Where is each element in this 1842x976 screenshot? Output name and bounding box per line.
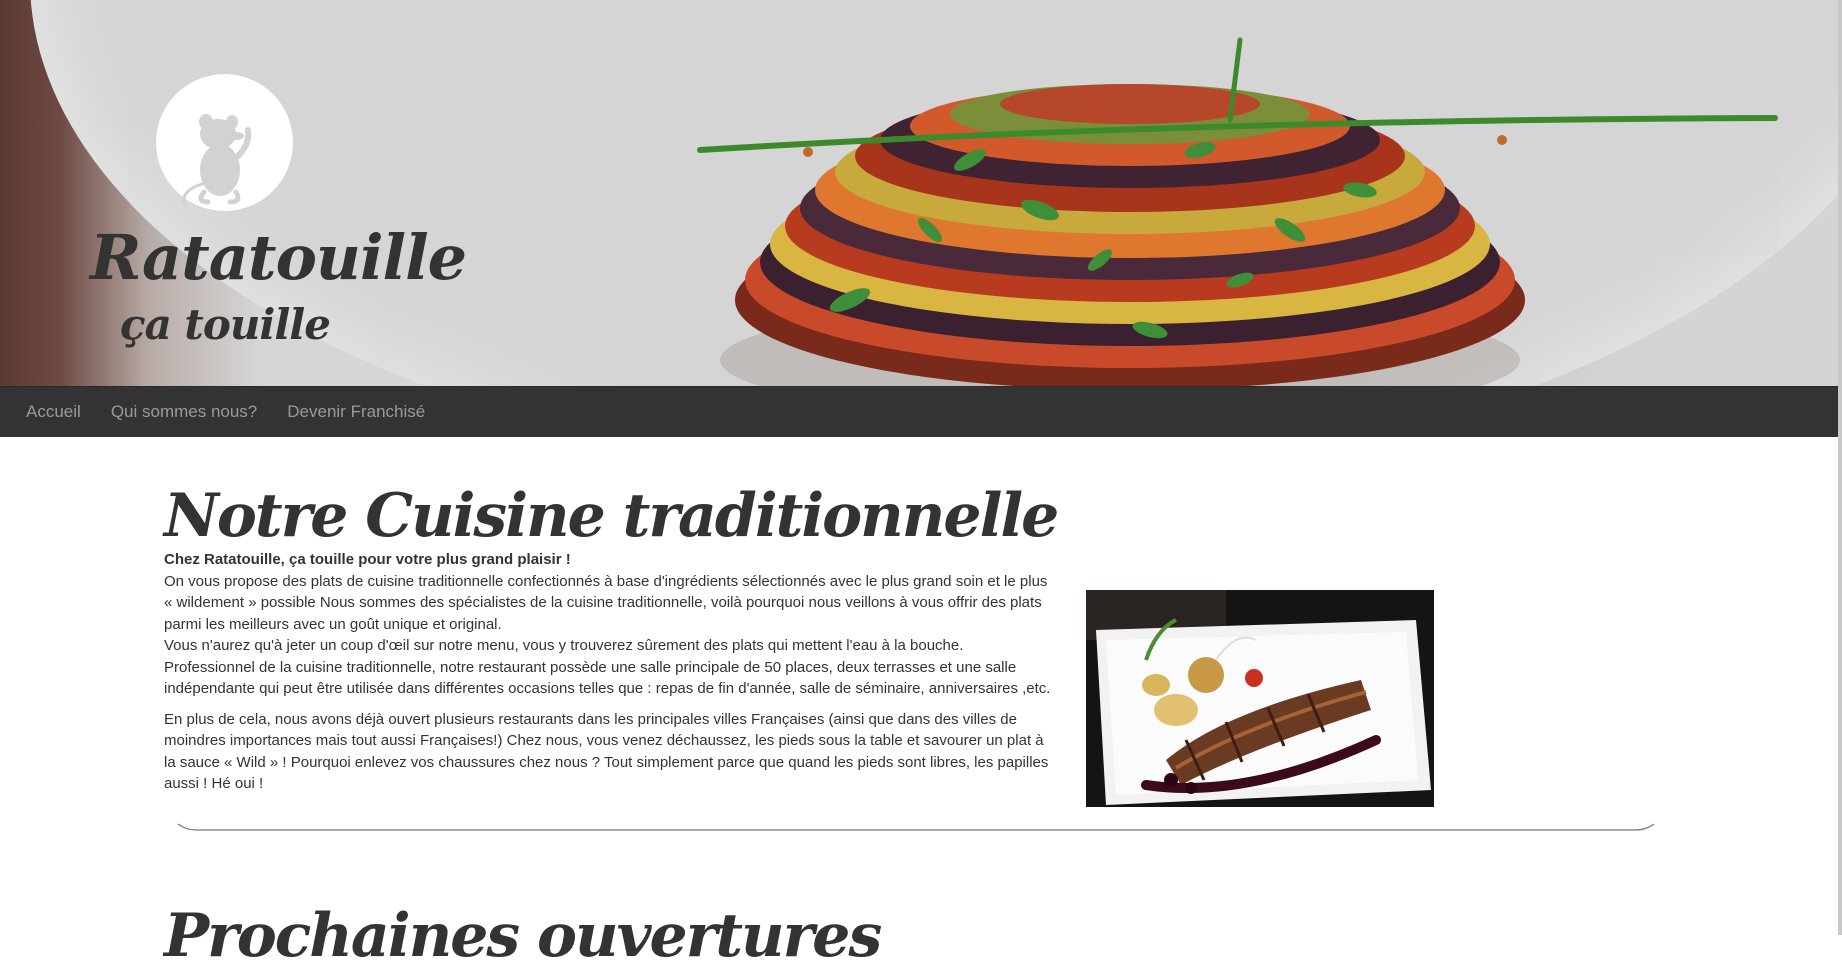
intro-lead: Chez Ratatouille, ça touille pour votre … <box>164 551 571 568</box>
rat-silhouette-icon <box>182 114 252 208</box>
brand-name: Ratatouille <box>90 221 467 294</box>
nav-item-devenir-franchise: Devenir Franchisé <box>272 387 440 437</box>
intro-paragraph-2: Vous n'aurez qu'à jeter un coup d'œil su… <box>164 637 1051 697</box>
page-title: Notre Cuisine traditionnelle <box>164 481 1059 551</box>
nav-link-devenir-franchise[interactable]: Devenir Franchisé <box>272 387 440 437</box>
nav-item-qui-sommes-nous: Qui sommes nous? <box>96 387 272 437</box>
section-divider <box>177 823 1655 831</box>
window-scrollbar[interactable] <box>1838 0 1842 935</box>
nav-link-accueil[interactable]: Accueil <box>11 387 96 437</box>
nav-link-qui-sommes-nous[interactable]: Qui sommes nous? <box>96 387 272 437</box>
logo[interactable] <box>156 74 293 211</box>
intro-paragraph-1: On vous propose des plats de cuisine tra… <box>164 572 1048 633</box>
nav-item-accueil: Accueil <box>11 387 96 437</box>
ratatouille-dish-image <box>697 37 1778 386</box>
hero-banner: Ratatouille ça touille <box>0 0 1842 386</box>
next-openings-title: Prochaines ouvertures <box>164 901 882 971</box>
main-navbar: Accueil Qui sommes nous? Devenir Franchi… <box>0 386 1838 437</box>
duck-dish-illustration <box>1086 590 1434 807</box>
duck-dish-photo <box>1086 590 1434 807</box>
intro-text: Chez Ratatouille, ça touille pour votre … <box>164 549 1052 804</box>
intro-paragraph-3: En plus de cela, nous avons déjà ouvert … <box>164 710 1049 793</box>
brand-tagline: ça touille <box>120 300 331 349</box>
nav-list: Accueil Qui sommes nous? Devenir Franchi… <box>0 387 1838 437</box>
